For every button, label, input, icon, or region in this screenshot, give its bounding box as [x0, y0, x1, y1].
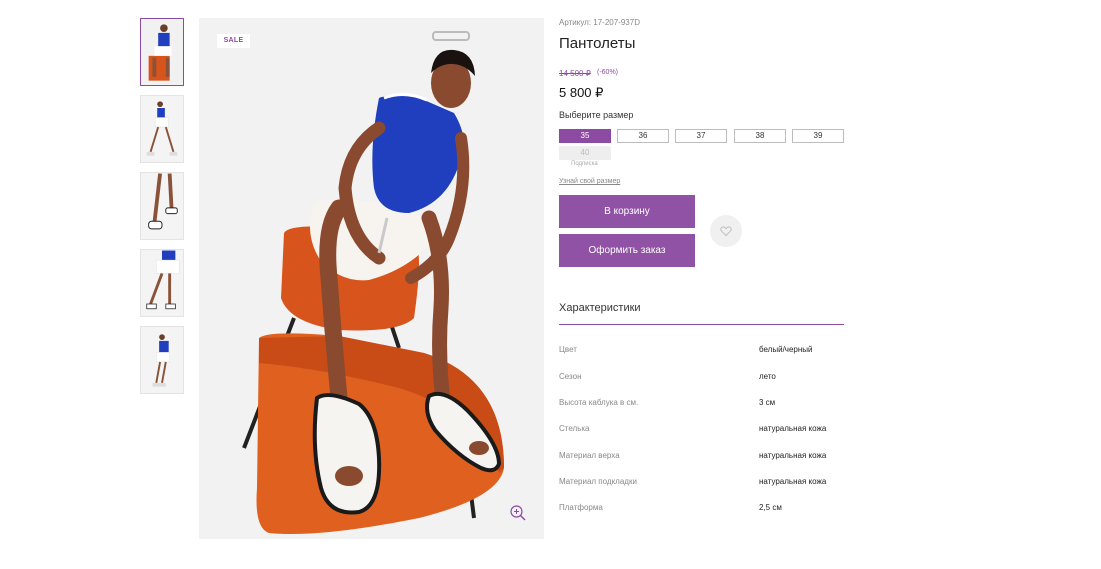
characteristic-value: натуральная кожа: [759, 477, 827, 486]
size-option-37[interactable]: 37: [675, 129, 727, 143]
size-option-36[interactable]: 36: [617, 129, 669, 143]
sale-badge: SALE: [217, 34, 250, 48]
thumbnail-4[interactable]: [140, 249, 184, 317]
characteristic-name: Стелька: [559, 424, 590, 433]
size-label: Выберите размер: [559, 110, 634, 120]
thumbnail-2[interactable]: [140, 95, 184, 163]
characteristic-row: Материал верха натуральная кожа: [559, 451, 844, 465]
characteristics-title: Характеристики: [559, 302, 641, 314]
zoom-icon[interactable]: [509, 504, 527, 522]
size-option-40: 40: [559, 146, 611, 160]
add-to-cart-button[interactable]: В корзину: [559, 195, 695, 228]
product-photo-image: [199, 18, 544, 539]
current-price: 5 800 ₽: [559, 85, 604, 100]
characteristic-value: натуральная кожа: [759, 424, 827, 433]
thumbnail-1[interactable]: [140, 18, 184, 86]
size-guide-link[interactable]: Узнай свой размер: [559, 178, 620, 185]
characteristic-value: 3 см: [759, 398, 776, 407]
characteristic-name: Сезон: [559, 372, 582, 381]
characteristic-row: Сезон лето: [559, 372, 844, 386]
characteristic-name: Платформа: [559, 503, 603, 512]
size-option-39[interactable]: 39: [792, 129, 844, 143]
thumbnail-5[interactable]: [140, 326, 184, 394]
characteristic-value: белый/черный: [759, 345, 813, 354]
characteristic-value: натуральная кожа: [759, 451, 827, 460]
characteristic-row: Высота каблука в см. 3 см: [559, 398, 844, 412]
characteristic-row: Платформа 2,5 см: [559, 503, 844, 517]
article-number: Артикул: 17-207-937D: [559, 18, 640, 27]
discount-label: (-60%): [597, 69, 619, 76]
characteristics-divider: [559, 324, 844, 325]
characteristic-row: Стелька натуральная кожа: [559, 424, 844, 438]
product-photo[interactable]: SALE: [199, 18, 544, 539]
subscribe-label[interactable]: Подписка: [571, 161, 598, 167]
heart-icon: [720, 226, 732, 237]
characteristic-name: Высота каблука в см.: [559, 398, 639, 407]
checkout-button[interactable]: Оформить заказ: [559, 234, 695, 267]
thumbnail-3[interactable]: [140, 172, 184, 240]
characteristic-value: лето: [759, 372, 776, 381]
characteristic-row: Цвет белый/черный: [559, 345, 844, 359]
product-title: Пантолеты: [559, 35, 636, 52]
size-option-35[interactable]: 35: [559, 129, 611, 143]
size-option-38[interactable]: 38: [734, 129, 786, 143]
characteristic-name: Материал подкладки: [559, 477, 637, 486]
old-price: 14 500 ₽: [559, 69, 591, 78]
favorite-button[interactable]: [710, 215, 742, 247]
characteristic-row: Материал подкладки натуральная кожа: [559, 477, 844, 491]
characteristic-value: 2,5 см: [759, 503, 782, 512]
characteristic-name: Материал верха: [559, 451, 620, 460]
characteristic-name: Цвет: [559, 345, 577, 354]
